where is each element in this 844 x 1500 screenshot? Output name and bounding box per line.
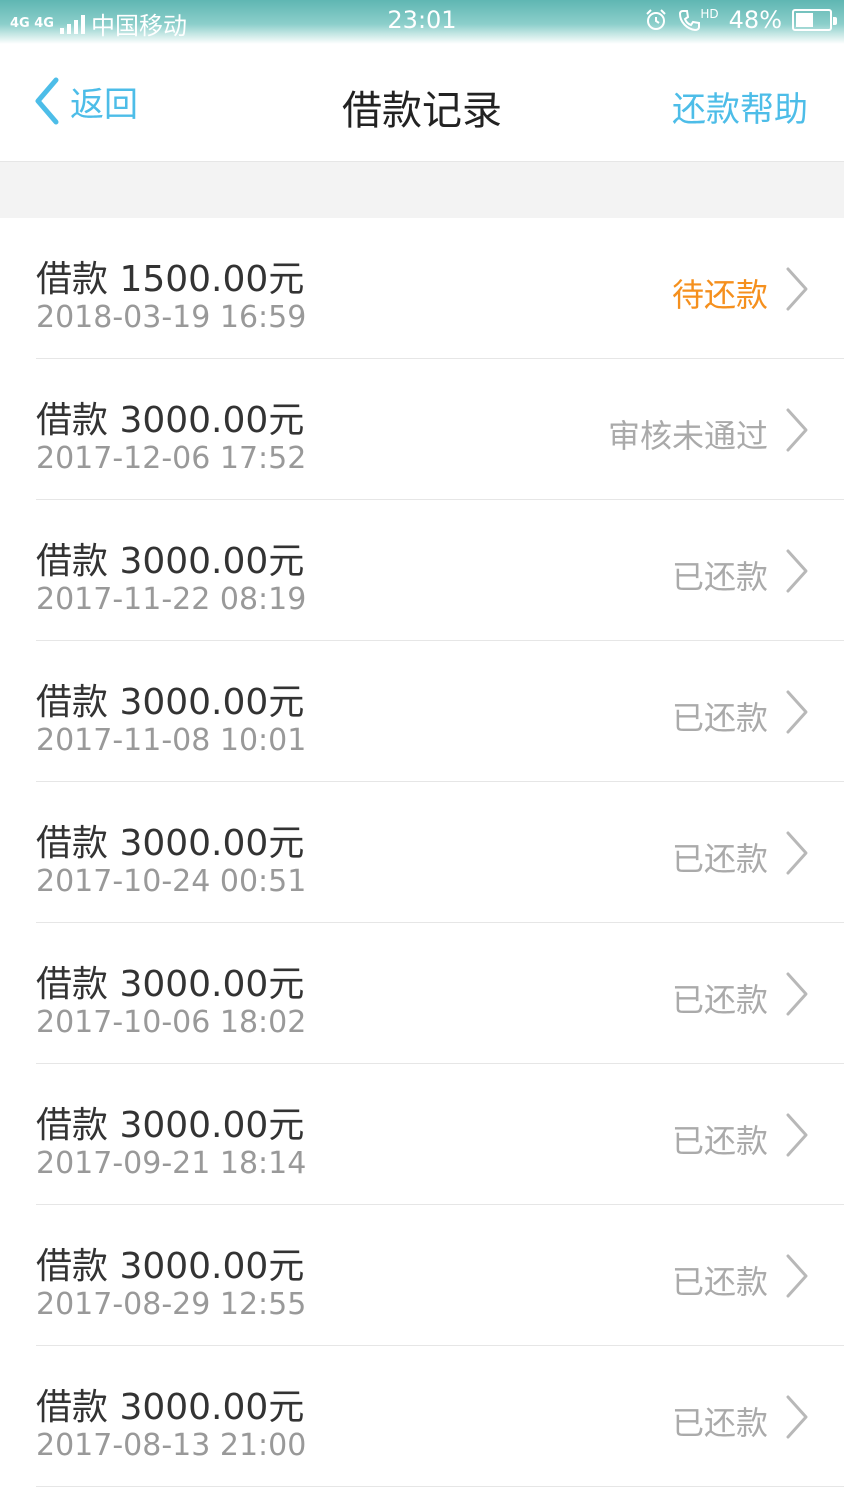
loan-amount: 借款 3000.00元 [36,823,305,864]
loan-status: 已还款 [671,840,768,878]
loan-date: 2017-10-06 18:02 [36,1005,307,1040]
chevron-right-icon [786,690,808,734]
chevron-right-icon [786,267,808,311]
loan-record-row[interactable]: 借款 3000.00元 2017-10-06 18:02 已还款 [36,923,844,1064]
loan-status: 审核未通过 [607,417,768,455]
loan-status: 已还款 [671,1263,768,1301]
loan-status: 已还款 [671,1404,768,1442]
loan-status: 待还款 [671,276,768,314]
hd-call-icon: HD [678,7,719,32]
chevron-right-icon [786,972,808,1016]
loan-date: 2017-11-08 10:01 [36,723,307,758]
loan-date: 2017-12-06 17:52 [36,441,307,476]
loan-amount: 借款 3000.00元 [36,1246,305,1287]
loan-amount: 借款 3000.00元 [36,1387,305,1428]
chevron-right-icon [786,1254,808,1298]
chevron-right-icon [786,408,808,452]
loan-record-row[interactable]: 借款 3000.00元 2017-08-13 21:00 已还款 [36,1346,844,1487]
chevron-right-icon [786,549,808,593]
loan-date: 2017-10-24 00:51 [36,864,307,899]
chevron-right-icon [786,1395,808,1439]
loan-amount: 借款 3000.00元 [36,1105,305,1146]
loan-date: 2017-11-22 08:19 [36,582,307,617]
chevron-right-icon [786,1113,808,1157]
loan-record-row[interactable]: 借款 3000.00元 2017-11-08 10:01 已还款 [36,641,844,782]
loan-record-row[interactable]: 借款 3000.00元 2017-09-21 18:14 已还款 [36,1064,844,1205]
loan-amount: 借款 3000.00元 [36,682,305,723]
loan-record-row[interactable]: 借款 3000.00元 2017-08-29 12:55 已还款 [36,1205,844,1346]
battery-percent: 48% [728,6,782,34]
repayment-help-link[interactable]: 还款帮助 [672,82,808,131]
loan-record-row[interactable]: 借款 3000.00元 2017-11-22 08:19 已还款 [36,500,844,641]
alarm-icon [646,9,667,30]
hd-label: HD [700,7,719,21]
status-right: HD 48% [644,6,837,34]
chevron-right-icon [786,831,808,875]
loan-record-row[interactable]: 借款 3000.00元 2017-10-24 00:51 已还款 [36,782,844,923]
loan-record-list: 借款 1500.00元 2018-03-19 16:59 待还款借款 3000.00… [0,218,844,1487]
loan-status: 已还款 [671,699,768,737]
loan-date: 2017-08-13 21:00 [36,1428,307,1463]
loan-status: 已还款 [671,1122,768,1160]
loan-amount: 借款 3000.00元 [36,964,305,1005]
loan-status: 已还款 [671,558,768,596]
loan-amount: 借款 1500.00元 [36,259,305,300]
loan-date: 2018-03-19 16:59 [36,300,307,335]
loan-record-row[interactable]: 借款 1500.00元 2018-03-19 16:59 待还款 [36,218,844,359]
battery-icon [792,9,837,31]
loan-amount: 借款 3000.00元 [36,400,305,441]
loan-status: 已还款 [671,981,768,1019]
status-bar: 4G 4G 中国移动 23:01 HD 48% [0,0,844,44]
section-spacer [0,162,844,218]
loan-record-row[interactable]: 借款 3000.00元 2017-12-06 17:52 审核未通过 [36,359,844,500]
loan-amount: 借款 3000.00元 [36,541,305,582]
loan-date: 2017-08-29 12:55 [36,1287,307,1322]
nav-bar: 返回 借款记录 还款帮助 [0,44,844,162]
loan-date: 2017-09-21 18:14 [36,1146,307,1181]
